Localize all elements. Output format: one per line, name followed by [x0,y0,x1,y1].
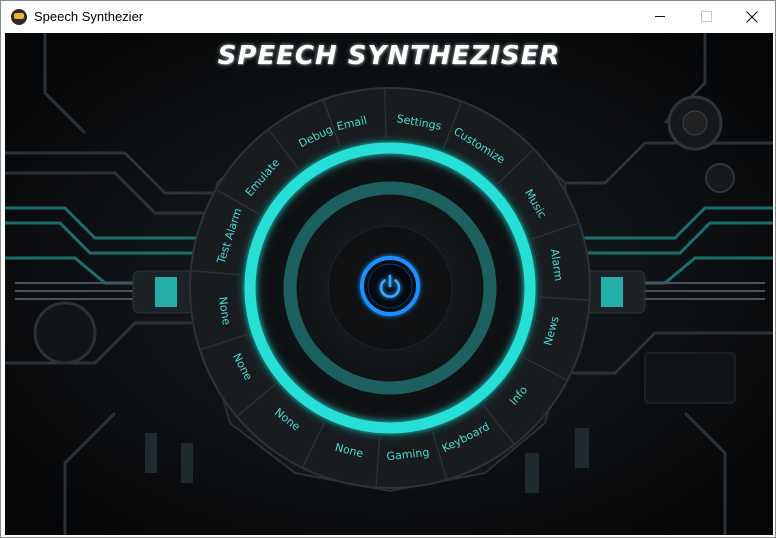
application-window: Speech Synthezier SPEECH SYNTHEZISER Ema… [0,0,776,538]
power-button[interactable] [363,258,419,314]
app-icon [11,9,27,25]
window-title: Speech Synthezier [34,9,144,24]
app-content: SPEECH SYNTHEZISER Email Settings Custom… [5,33,773,535]
close-icon [746,11,758,23]
minimize-button[interactable] [637,1,683,32]
maximize-button[interactable] [683,1,729,32]
title-bar[interactable]: Speech Synthezier [1,1,775,32]
app-title: SPEECH SYNTHEZISER [217,41,561,71]
close-button[interactable] [729,1,775,32]
